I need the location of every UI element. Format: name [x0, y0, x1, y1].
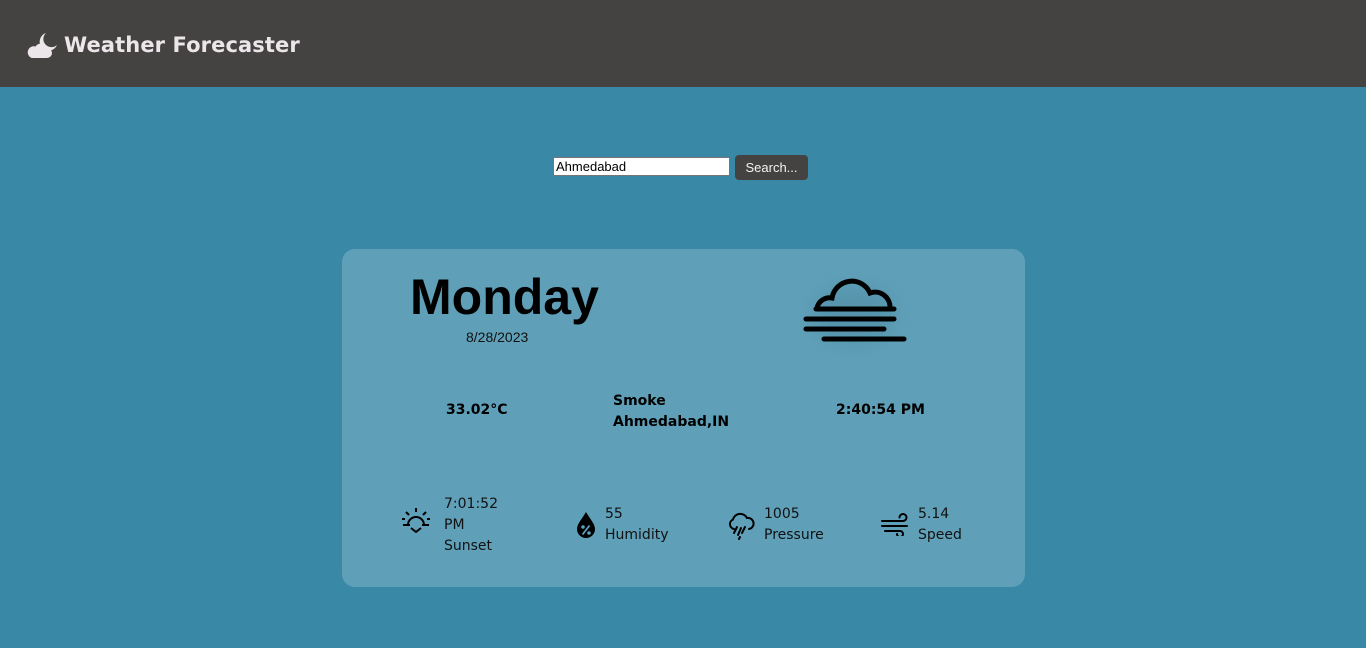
cloud-moon-icon	[27, 33, 57, 58]
local-time: 2:40:54 PM	[836, 402, 925, 418]
weather-card: Monday 8/28/2023 33.02°C Smoke Ahmedabad…	[342, 249, 1025, 587]
pressure-label: Pressure	[764, 527, 824, 543]
humidity-value: 55	[605, 506, 623, 522]
condition-block: Smoke Ahmedabad,IN	[613, 391, 729, 433]
sunset-time: 7:01:52	[444, 496, 498, 512]
temperature: 33.02°C	[446, 402, 508, 418]
search-input[interactable]	[553, 157, 730, 176]
location: Ahmedabad,IN	[613, 414, 730, 430]
sunset-icon	[402, 508, 430, 533]
brand[interactable]: Weather Forecaster	[26, 29, 300, 61]
date: 8/28/2023	[466, 329, 529, 345]
fog-icon	[803, 278, 907, 345]
sunset-label: Sunset	[444, 538, 493, 554]
search-button[interactable]: Search...	[735, 155, 808, 180]
sunset-ampm: PM	[444, 517, 465, 533]
rain-cloud-icon	[728, 512, 755, 540]
navbar: Weather Forecaster	[0, 0, 1366, 87]
weather-condition: Smoke	[613, 393, 666, 409]
pressure-value: 1005	[764, 506, 800, 522]
speed-label: Speed	[918, 527, 962, 543]
wind-icon	[881, 513, 908, 536]
stat-pressure: 1005 Pressure	[727, 504, 824, 546]
app-title: Weather Forecaster	[64, 33, 300, 57]
humidity-label: Humidity	[605, 527, 669, 543]
stat-sunset: 7:01:52 PM Sunset	[400, 494, 498, 557]
stat-speed: 5.14 Speed	[881, 504, 962, 546]
speed-value: 5.14	[918, 506, 950, 522]
stat-humidity: 55 Humidity	[575, 504, 668, 546]
day-name: Monday	[410, 269, 599, 325]
humidity-icon	[577, 512, 595, 538]
